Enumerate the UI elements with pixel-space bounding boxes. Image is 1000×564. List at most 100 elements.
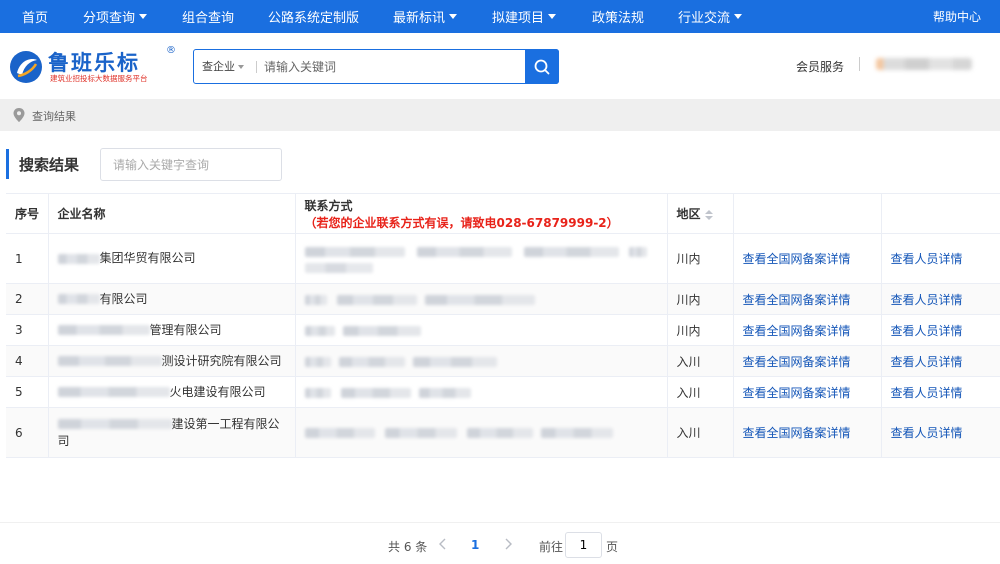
row-index: 3 [6,314,49,346]
chevron-left-icon[interactable] [437,537,449,551]
redacted-text [384,428,457,438]
results-table: 序号 企业名称 联系方式 （若您的企业联系方式有误，请致电028-67879999… [6,193,1000,458]
company-name[interactable]: 集团华贸有限公司 [48,233,296,284]
nav-latest-bids-label: 最新标讯 [393,11,446,26]
goto-label: 前往 [539,540,564,554]
view-personnel-label[interactable]: 查看人员详情 [891,293,963,307]
total-count: 共 6 条 [388,540,428,554]
view-national-record-label[interactable]: 查看全国网备案详情 [743,252,851,266]
nav-itemized-query[interactable]: 分项查询 [83,0,148,33]
col-header-contact: 联系方式 （若您的企业联系方式有误，请致电028-67879999-2） [295,193,668,234]
table-row: 1 集团华贸有限公司 川内 查看全国网备案详情 查看人员详情 [6,233,1000,284]
member-service-link[interactable]: 会员服务 [796,58,844,75]
page-unit-label: 页 [606,540,619,554]
company-name-text: 建设第一工程有限公 [171,416,280,431]
view-personnel-label[interactable]: 查看人员详情 [891,355,963,369]
view-national-record-label[interactable]: 查看全国网备案详情 [743,386,851,400]
help-center-link[interactable]: 帮助中心 [933,0,981,33]
search-icon [534,59,550,74]
chevron-right-icon[interactable] [502,537,514,551]
view-personnel-link[interactable]: 查看人员详情 [881,283,1000,315]
nav-latest-bids[interactable]: 最新标讯 [393,0,458,33]
nav-planned-projects-label: 拟建项目 [492,11,545,26]
nav-policy-label: 政策法规 [592,11,645,26]
nav-highway-custom[interactable]: 公路系统定制版 [268,0,359,33]
redacted-text [342,325,421,336]
company-name[interactable]: 火电建设有限公司 [48,376,296,408]
view-national-record-link[interactable]: 查看全国网备案详情 [733,283,882,315]
company-name[interactable]: 测设计研究院有限公司 [48,345,296,377]
redacted-text [57,356,162,366]
view-personnel-label[interactable]: 查看人员详情 [891,386,963,400]
chevron-down-icon [139,14,148,19]
redacted-text [304,325,335,336]
view-personnel-link[interactable]: 查看人员详情 [881,407,1000,458]
view-national-record-link[interactable]: 查看全国网备案详情 [733,376,882,408]
nav-policy[interactable]: 政策法规 [592,0,644,33]
row-index: 4 [6,345,49,377]
company-name[interactable]: 管理有限公司 [48,314,296,346]
view-personnel-link[interactable]: 查看人员详情 [881,314,1000,346]
redacted-text [57,253,100,264]
company-name[interactable]: 有限公司 [48,283,296,315]
header: 鲁班乐标 ® 建筑业招投标大数据服务平台 查企业 会员服务 [0,33,1000,99]
contact-info [295,345,668,377]
contact-correction-note: （若您的企业联系方式有误，请致电028-67879999-2） [304,215,619,230]
view-national-record-link[interactable]: 查看全国网备案详情 [733,407,882,458]
redacted-text [57,325,150,335]
redacted-text [304,263,373,273]
nav-combined-query-label: 组合查询 [182,11,235,26]
redacted-text [304,246,405,257]
panel-header: 搜索结果 [6,145,1000,181]
nav-combined-query[interactable]: 组合查询 [182,0,234,33]
contact-info [295,314,668,346]
page-number-current[interactable]: 1 [471,538,479,552]
contact-info [295,407,668,458]
region-cell: 川内 [667,283,734,315]
search-box: 查企业 [193,49,559,84]
table-row: 4 测设计研究院有限公司 入川 查看全国网备案详情 查看人员详情 [6,345,1000,377]
search-button[interactable] [525,49,559,84]
search-input[interactable] [264,56,514,77]
view-national-record-label[interactable]: 查看全国网备案详情 [743,293,851,307]
nav-industry-exchange[interactable]: 行业交流 [678,0,743,33]
row-index: 1 [6,233,49,284]
nav-home[interactable]: 首页 [22,0,48,33]
view-national-record-label[interactable]: 查看全国网备案详情 [743,426,851,440]
redacted-text [466,428,533,438]
chevron-down-icon [734,14,743,19]
company-name[interactable]: 建设第一工程有限公司 [48,407,296,458]
view-national-record-label[interactable]: 查看全国网备案详情 [743,355,851,369]
view-national-record-link[interactable]: 查看全国网备案详情 [733,314,882,346]
region-cell: 川内 [667,233,734,284]
view-personnel-link[interactable]: 查看人员详情 [881,233,1000,284]
redacted-text [57,419,172,429]
company-name-text: 测设计研究院有限公司 [161,353,282,368]
redacted-text [57,294,100,304]
view-personnel-link[interactable]: 查看人员详情 [881,376,1000,408]
col-header-region[interactable]: 地区 [667,193,734,234]
view-national-record-link[interactable]: 查看全国网备案详情 [733,233,882,284]
goto-page-input[interactable] [565,532,602,558]
breadcrumb-current: 查询结果 [32,110,76,123]
view-personnel-label[interactable]: 查看人员详情 [891,324,963,338]
chevron-down-icon [449,14,458,19]
view-national-record-link[interactable]: 查看全国网备案详情 [733,345,882,377]
redacted-text [336,294,417,305]
view-personnel-label[interactable]: 查看人员详情 [891,252,963,266]
pagination: 共 6 条 1 前往 页 [0,522,1000,564]
col-header-blank-1 [733,193,882,234]
view-personnel-link[interactable]: 查看人员详情 [881,345,1000,377]
sort-icon[interactable] [704,209,713,220]
results-filter-input[interactable] [100,148,282,181]
redacted-text [540,428,613,438]
view-personnel-label[interactable]: 查看人员详情 [891,426,963,440]
redacted-text [424,294,535,305]
redacted-text [416,246,512,257]
view-national-record-label[interactable]: 查看全国网备案详情 [743,324,851,338]
logo[interactable]: 鲁班乐标 ® 建筑业招投标大数据服务平台 [8,45,178,87]
user-account-blurred[interactable] [876,58,972,70]
logo-mark-icon [10,51,42,83]
search-scope-select[interactable]: 查企业 [202,50,244,83]
nav-planned-projects[interactable]: 拟建项目 [492,0,557,33]
